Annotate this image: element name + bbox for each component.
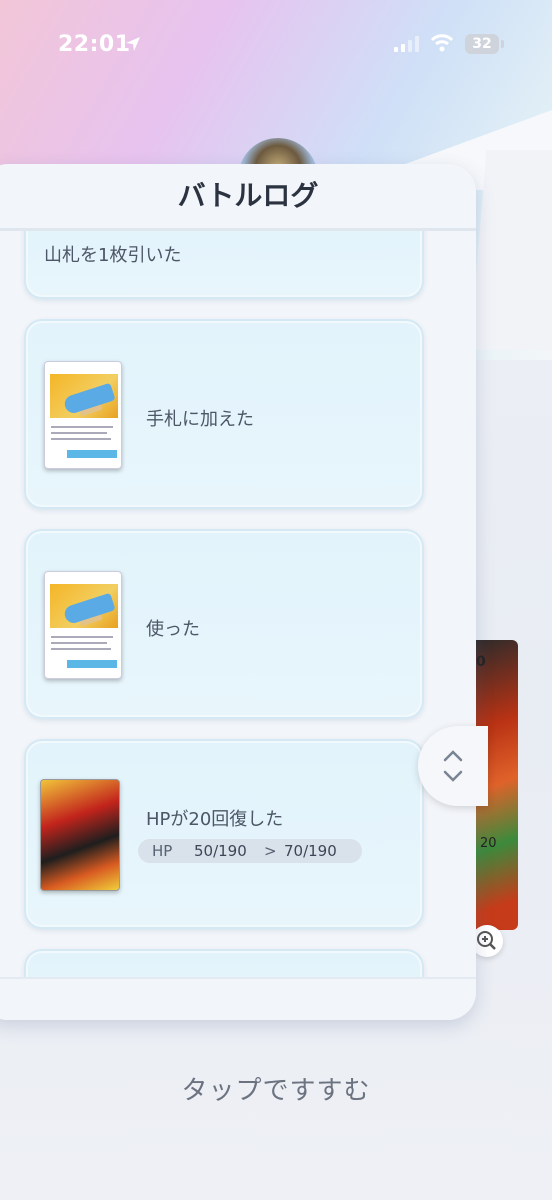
item-card-thumbnail[interactable] [44,361,122,469]
cellular-signal-icon [394,36,419,52]
card-peek-hp: 0 [476,654,486,670]
hp-arrow: > [264,842,277,860]
tap-to-continue-hint[interactable]: タップですすむ [0,1070,552,1107]
battle-log-list[interactable]: 山札を1枚引いた 手札に加えた 使った HPが20回復した HP 50/190 … [0,231,476,977]
wifi-icon [430,34,454,52]
log-entry-text: 山札を1枚引いた [44,245,182,266]
log-entry-draw: 山札を1枚引いた [24,231,424,299]
battle-log-modal: バトルログ 山札を1枚引いた 手札に加えた 使った HPが20回復した HP 5… [0,164,476,1020]
item-card-thumbnail[interactable] [44,571,122,679]
log-entry-text: HPが20回復した [146,809,284,830]
battery-cap [501,40,504,48]
battery-indicator: 32 [465,34,505,54]
status-time: 22:01 [58,32,131,57]
status-bar: 22:01 32 [0,0,552,90]
pokemon-card-thumbnail[interactable] [40,779,120,891]
location-arrow-icon [126,37,140,51]
hp-change-pill: HP 50/190 > 70/190 [138,839,362,863]
modal-footer [0,977,476,1020]
log-entry-hp-heal: HPが20回復した HP 50/190 > 70/190 [24,739,424,929]
hp-after: 70/190 [284,842,337,860]
card-peek-damage: 20 [480,836,497,851]
log-entry-used: 使った [24,529,424,719]
log-entry-add-to-hand: 手札に加えた [24,319,424,509]
modal-title: バトルログ [177,179,319,212]
hp-before: 50/190 [194,842,247,860]
log-entry-text: 手札に加えた [146,409,254,430]
hp-label: HP [152,842,173,860]
log-entry-text: 使った [146,619,200,640]
battery-level: 32 [472,36,492,52]
chevron-up-down-icon [443,750,463,782]
scroll-up-down-button[interactable] [418,726,488,806]
log-entry-next [24,949,424,977]
